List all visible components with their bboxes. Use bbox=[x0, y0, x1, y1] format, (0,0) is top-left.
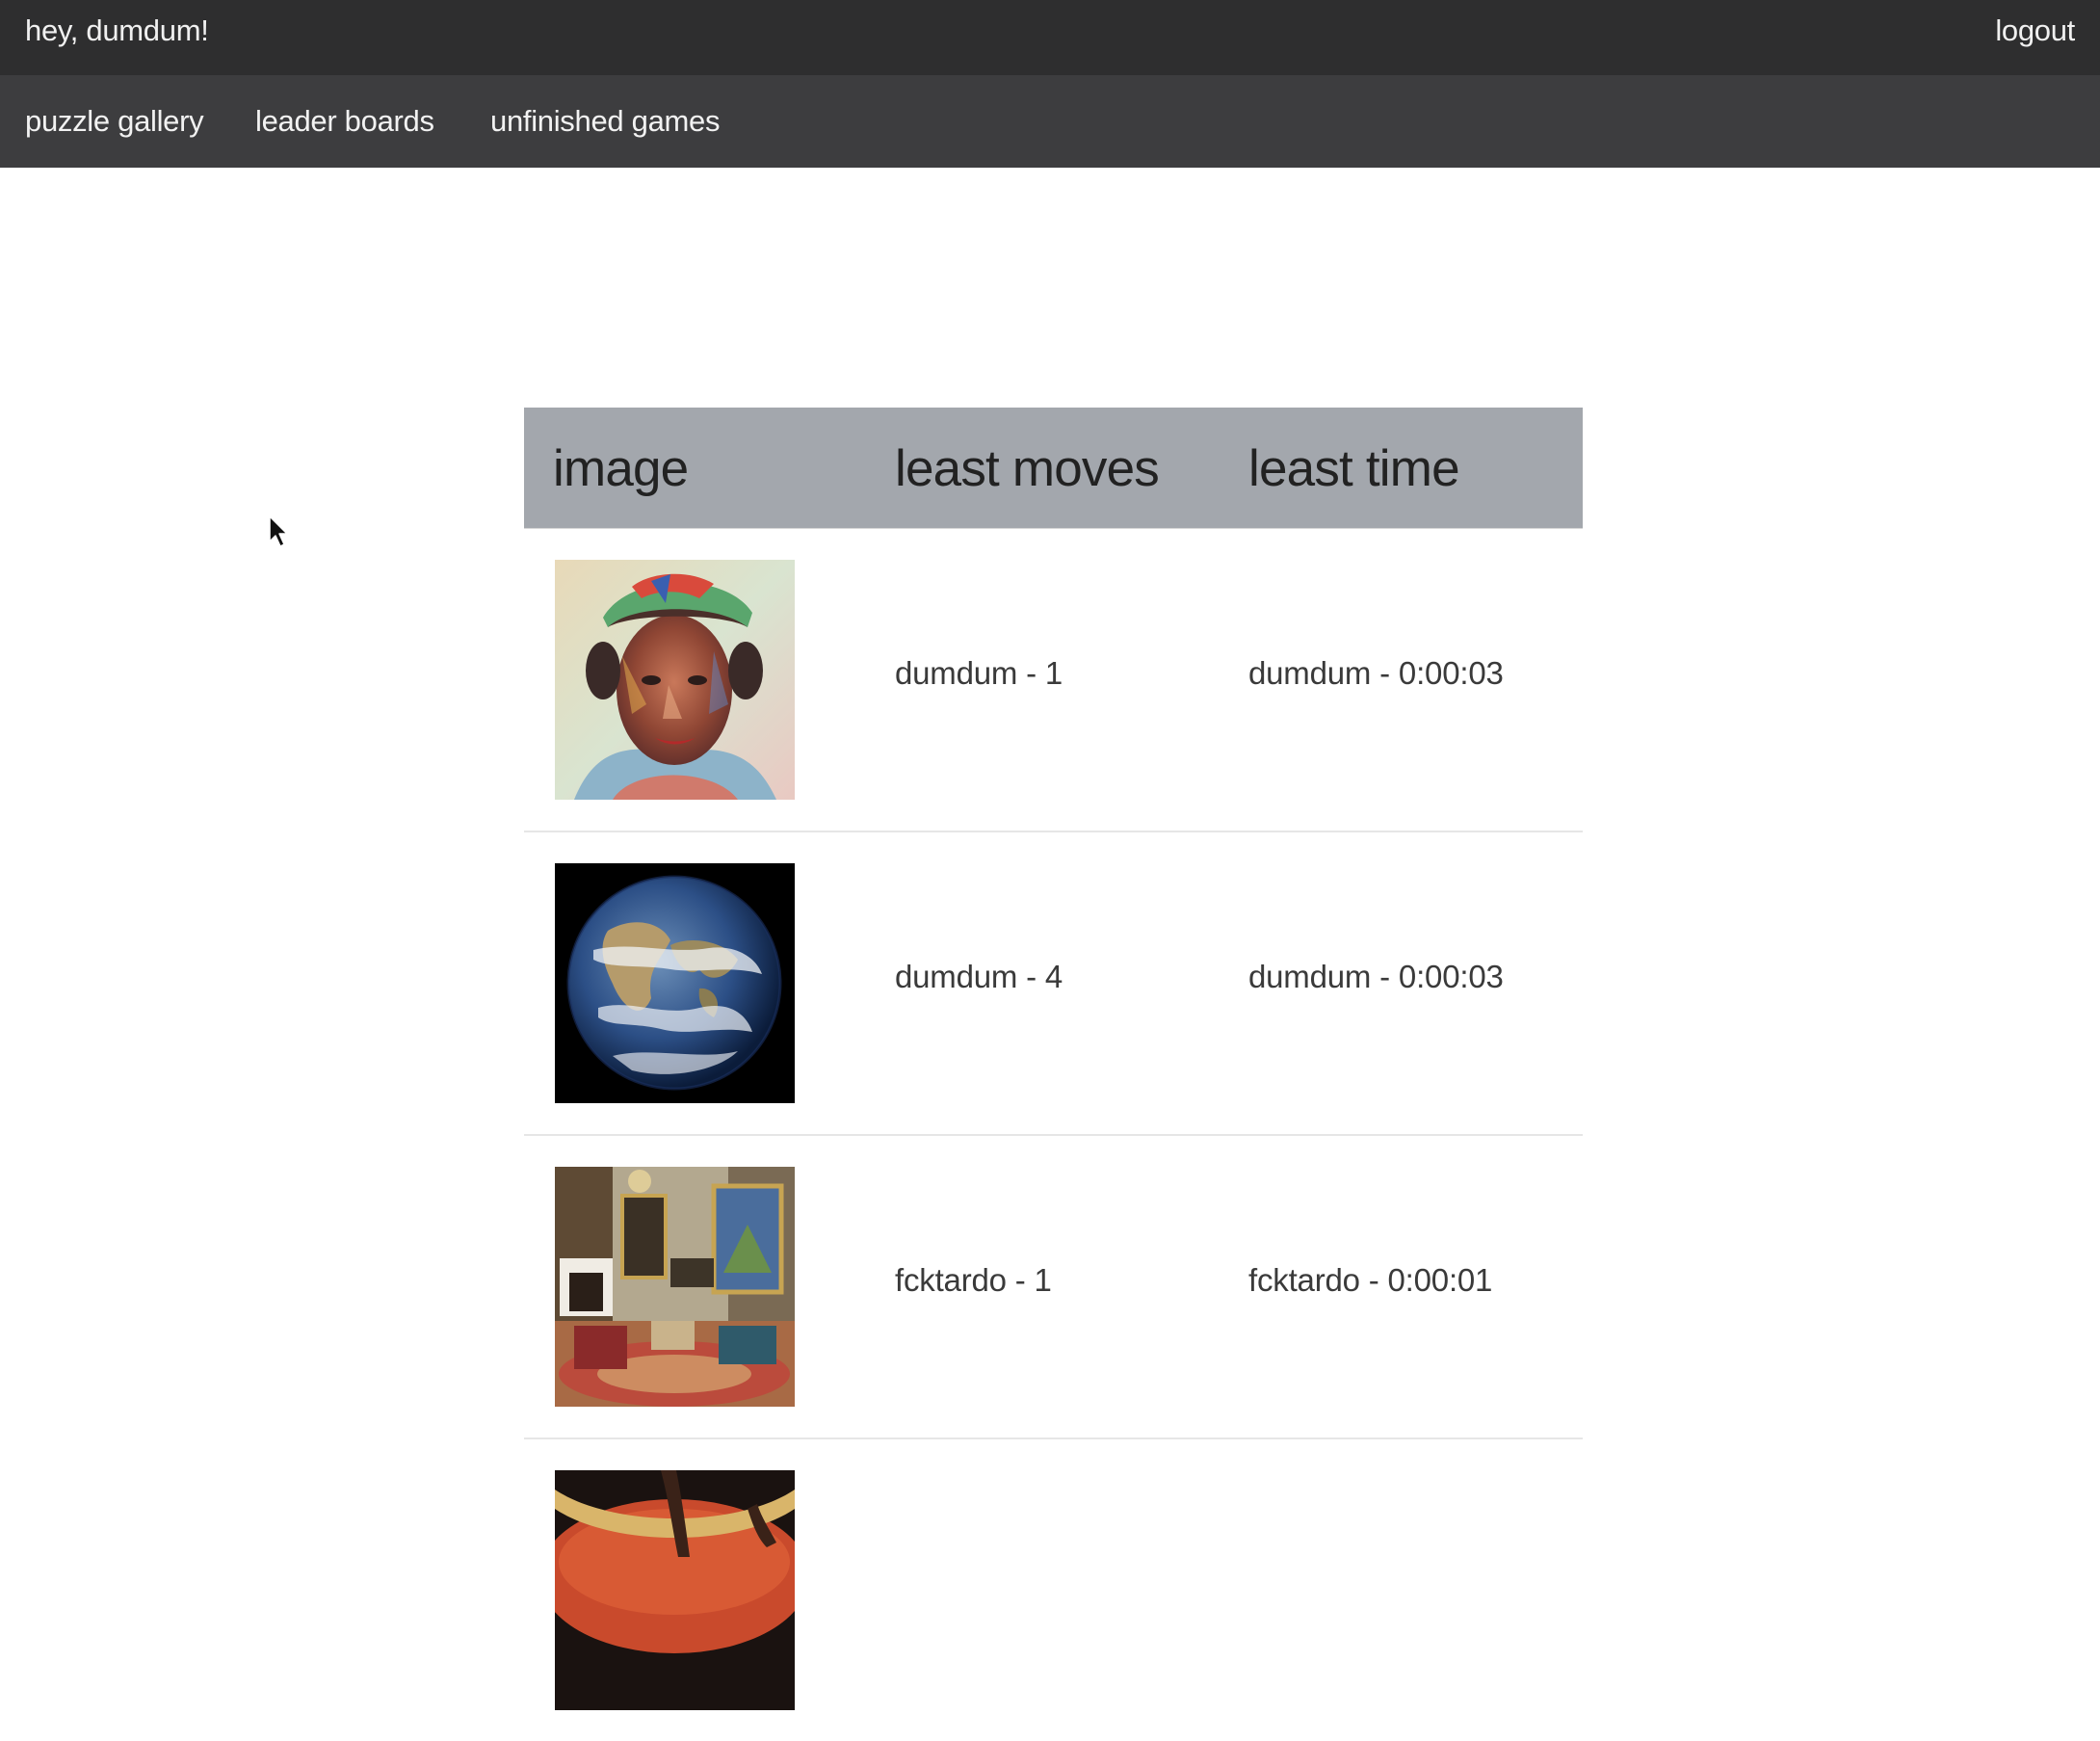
leaderboard-table: image least moves least time dumdum - 1 … bbox=[524, 408, 1583, 1741]
nav-puzzle-gallery[interactable]: puzzle gallery bbox=[25, 104, 204, 139]
table-header: image least moves least time bbox=[524, 408, 1583, 529]
logout-link[interactable]: logout bbox=[1995, 13, 2075, 48]
column-header-least-moves: least moves bbox=[895, 440, 1160, 497]
least-time-cell: dumdum - 0:00:03 bbox=[1248, 655, 1504, 691]
greeting-text: hey, dumdum! bbox=[25, 13, 209, 47]
column-header-least-time: least time bbox=[1248, 440, 1460, 497]
table-row: dumdum - 4 dumdum - 0:00:03 bbox=[524, 832, 1583, 1136]
puzzle-thumbnail-red-bowl[interactable] bbox=[555, 1470, 795, 1710]
main-nav: puzzle gallery leader boards unfinished … bbox=[0, 75, 2100, 168]
least-moves-cell: dumdum - 4 bbox=[895, 959, 1063, 994]
column-header-image: image bbox=[553, 440, 689, 497]
puzzle-thumbnail-earth[interactable] bbox=[555, 863, 795, 1103]
least-time-cell: fcktardo - 0:00:01 bbox=[1248, 1262, 1493, 1298]
nav-unfinished-games[interactable]: unfinished games bbox=[490, 104, 721, 139]
table-row: fcktardo - 1 fcktardo - 0:00:01 bbox=[524, 1136, 1583, 1439]
least-moves-cell: dumdum - 1 bbox=[895, 655, 1063, 691]
least-time-cell: dumdum - 0:00:03 bbox=[1248, 959, 1504, 994]
table-row: dumdum - 1 dumdum - 0:00:03 bbox=[524, 529, 1583, 832]
top-bar: hey, dumdum! logout bbox=[0, 0, 2100, 75]
puzzle-thumbnail-room[interactable] bbox=[555, 1167, 795, 1407]
nav-leader-boards[interactable]: leader boards bbox=[255, 104, 434, 139]
mouse-cursor-icon bbox=[269, 515, 288, 547]
puzzle-thumbnail-portrait[interactable] bbox=[555, 560, 795, 800]
least-moves-cell: fcktardo - 1 bbox=[895, 1262, 1052, 1298]
table-row bbox=[524, 1439, 1583, 1741]
